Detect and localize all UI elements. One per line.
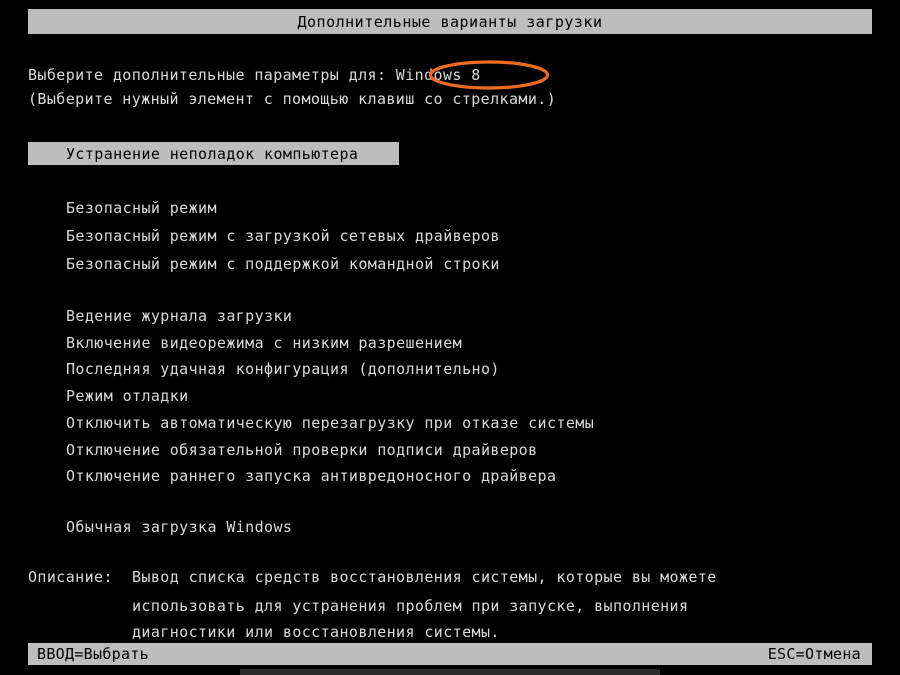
description-line-3: диагностики или восстановления системы. [132,623,500,641]
page-title: Дополнительные варианты загрузки [297,12,603,31]
menu-item[interactable]: Режим отладки [66,387,189,405]
boot-options-screen: Дополнительные варианты загрузки Выберит… [0,0,900,675]
screen-title-bar: Дополнительные варианты загрузки [28,9,872,34]
menu-item[interactable]: Безопасный режим [66,199,217,217]
status-esc-cancel[interactable]: ESC=Отмена [768,645,861,663]
menu-item[interactable]: Безопасный режим с поддержкой командной … [66,255,500,273]
status-enter-select[interactable]: ВВОД=Выбрать [37,645,149,663]
menu-item[interactable]: Отключение обязательной проверки подписи… [66,441,538,459]
menu-item-troubleshoot-selected[interactable]: Устранение неполадок компьютера [28,142,399,165]
description-line-2: использовать для устранения проблем при … [132,597,689,615]
intro-line-os: Выберите дополнительные параметры для: W… [28,66,481,84]
bottom-edge-strip [240,669,660,675]
description-line-1: Вывод списка средств восстановления сист… [132,568,717,586]
menu-item[interactable]: Безопасный режим с загрузкой сетевых дра… [66,227,500,245]
menu-item[interactable]: Ведение журнала загрузки [66,307,292,325]
menu-item[interactable]: Обычная загрузка Windows [66,518,292,536]
menu-item[interactable]: Отключить автоматическую перезагрузку пр… [66,414,594,432]
menu-item[interactable]: Отключение раннего запуска антивредоносн… [66,467,556,485]
intro-line-hint: (Выберите нужный элемент с помощью клави… [28,90,557,108]
description-label: Описание: [28,568,113,586]
menu-item[interactable]: Последняя удачная конфигурация (дополнит… [66,360,500,378]
selected-item-label: Устранение неполадок компьютера [66,145,359,163]
status-bar: ВВОД=Выбрать ESC=Отмена [28,643,872,665]
menu-item[interactable]: Включение видеорежима с низким разрешени… [66,334,462,352]
